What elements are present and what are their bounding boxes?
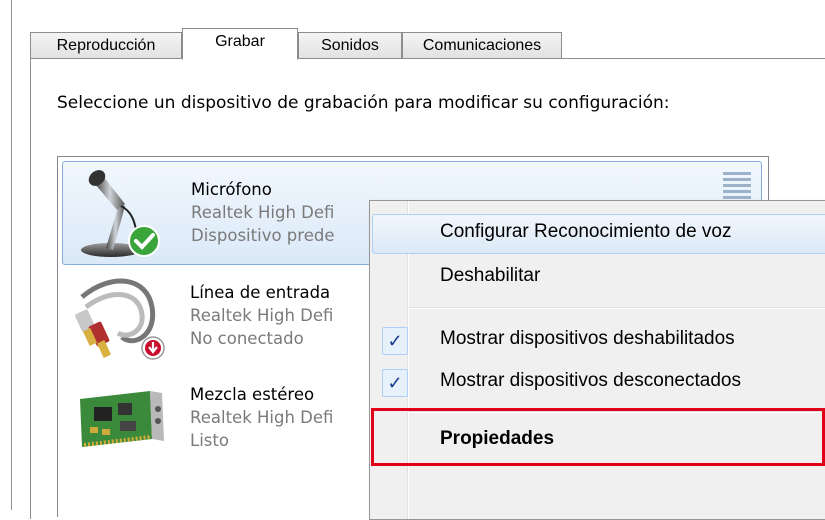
default-check-icon (128, 225, 160, 257)
sound-card-icon (80, 391, 164, 447)
device-driver: Realtek High Defi (190, 306, 334, 325)
device-status: Dispositivo prede (191, 226, 335, 245)
device-driver: Realtek High Defi (191, 203, 335, 222)
menu-separator (409, 307, 825, 309)
instruction-text: Seleccione un dispositivo de grabación p… (57, 93, 670, 113)
device-name: Línea de entrada (190, 283, 331, 302)
menu-item-mostrar-desconectados[interactable]: ✓ Mostrar dispositivos desconectados (372, 363, 825, 403)
device-name: Micrófono (191, 180, 272, 199)
menu-item-label: Configurar Reconocimiento de voz (440, 221, 732, 242)
window-left-edge (0, 0, 10, 510)
tab-sonidos[interactable]: Sonidos (298, 32, 402, 58)
menu-item-label: Propiedades (440, 428, 555, 449)
tab-reproduccion[interactable]: Reproducción (30, 32, 182, 58)
menu-item-mostrar-deshabilitados[interactable]: ✓ Mostrar dispositivos deshabilitados (372, 321, 825, 361)
menu-separator (409, 411, 825, 413)
checkmark-icon: ✓ (382, 369, 408, 397)
device-status: Listo (190, 431, 229, 450)
context-menu: Configurar Reconocimiento de voz Deshabi… (369, 200, 825, 520)
checkmark-icon: ✓ (382, 327, 408, 355)
device-status: No conectado (190, 329, 304, 348)
menu-item-configurar-reconocimiento-voz[interactable]: Configurar Reconocimiento de voz (372, 214, 825, 254)
menu-item-deshabilitar[interactable]: Deshabilitar (372, 258, 825, 298)
menu-item-propiedades[interactable]: Propiedades (372, 421, 825, 461)
disconnected-arrow-icon (141, 336, 165, 360)
tab-grabar[interactable]: Grabar (182, 28, 298, 60)
menu-item-label: Mostrar dispositivos desconectados (440, 370, 741, 391)
menu-item-label: Mostrar dispositivos deshabilitados (440, 328, 735, 349)
window-border (11, 0, 12, 510)
device-name: Mezcla estéreo (190, 385, 315, 404)
device-driver: Realtek High Defi (190, 408, 334, 427)
tab-comunicaciones[interactable]: Comunicaciones (402, 32, 562, 58)
menu-item-label: Deshabilitar (440, 265, 541, 286)
